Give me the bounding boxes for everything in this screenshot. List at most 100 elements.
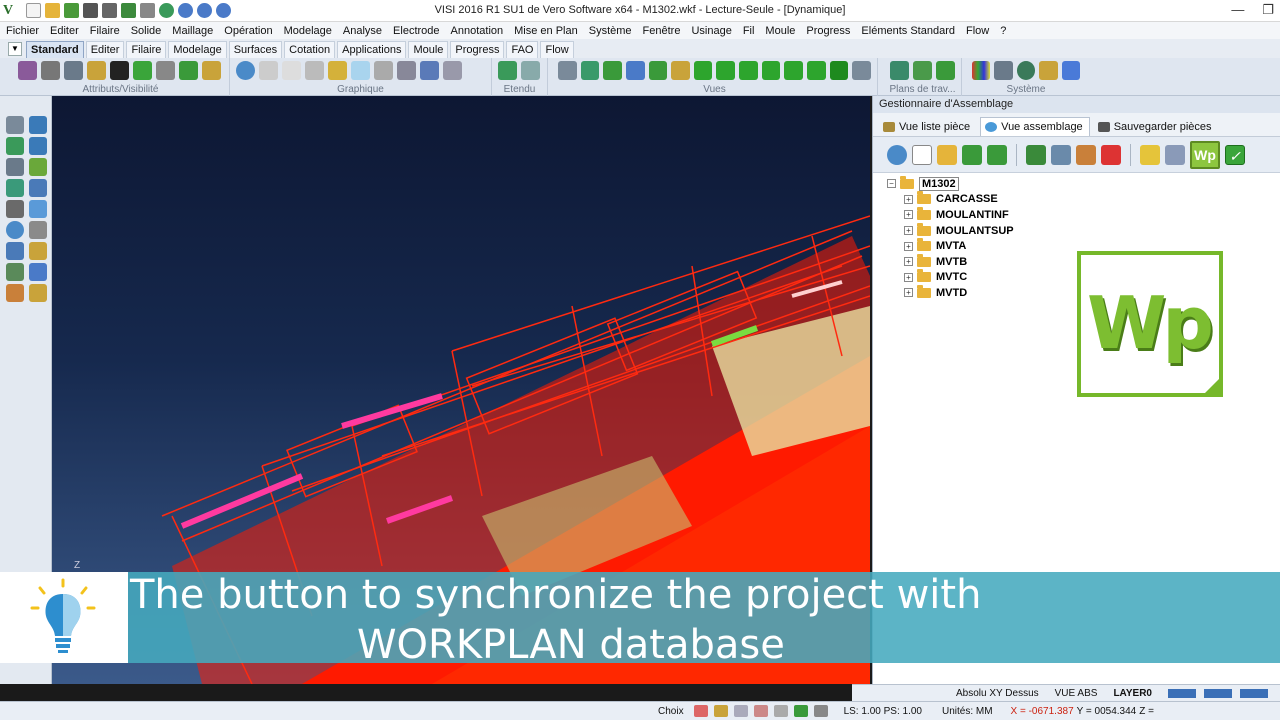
view-iso-icon[interactable] [671, 61, 690, 80]
view-zoom-icon[interactable] [558, 61, 577, 80]
view-frame-icon[interactable] [852, 61, 871, 80]
undo-icon-left[interactable] [29, 263, 47, 281]
move-icon[interactable] [6, 158, 24, 176]
refresh-icon-left[interactable] [6, 221, 24, 239]
menu-analyse[interactable]: Analyse [343, 25, 382, 37]
zoom-area-icon[interactable] [521, 61, 540, 80]
view-cube-solid-icon[interactable] [829, 61, 849, 80]
edit-notes-icon[interactable] [1140, 144, 1160, 165]
copy-part-icon[interactable] [1165, 144, 1185, 165]
settings-globe-icon[interactable] [1016, 61, 1036, 80]
tree-item[interactable]: + CARCASSE [904, 191, 1014, 208]
grid-icon[interactable] [813, 705, 828, 717]
menu-maillage[interactable]: Maillage [172, 25, 213, 37]
tree-item[interactable]: + MVTB [904, 253, 1014, 270]
restore-button[interactable]: ❐ [1262, 2, 1274, 18]
tab-fao[interactable]: FAO [506, 41, 539, 58]
cylinder-gold-icon[interactable] [328, 61, 347, 80]
tab-modelage[interactable]: Modelage [168, 41, 227, 58]
menu-flow[interactable]: Flow [966, 25, 989, 37]
tree-root[interactable]: − M1302 [887, 175, 1014, 192]
trim-icon[interactable] [29, 137, 47, 155]
tree-item[interactable]: + MOULANTSUP [904, 222, 1014, 239]
menu-editer[interactable]: Editer [50, 25, 79, 37]
expand-icon[interactable]: + [904, 288, 913, 298]
mask-icon[interactable] [156, 61, 175, 80]
zoom-icon[interactable] [6, 116, 24, 134]
expand-icon[interactable]: + [904, 241, 913, 251]
menu-modelage[interactable]: Modelage [284, 25, 332, 37]
menu-elements-standard[interactable]: Eléments Standard [861, 25, 955, 37]
tab-applications[interactable]: Applications [337, 41, 407, 58]
tab-flow[interactable]: Flow [540, 41, 574, 58]
tab-progress[interactable]: Progress [450, 41, 505, 58]
layer-icon[interactable] [110, 61, 129, 80]
explode-icon[interactable] [1076, 144, 1096, 165]
gem-icon[interactable] [1061, 61, 1081, 80]
cylinder-shaded-icon[interactable] [305, 61, 324, 80]
surface-icon[interactable] [29, 200, 47, 218]
measure-icon[interactable] [6, 263, 24, 281]
frame-icon[interactable] [6, 137, 24, 155]
export-icon[interactable] [987, 144, 1007, 165]
menu-mise-en-plan[interactable]: Mise en Plan [514, 25, 578, 37]
part-properties-icon[interactable] [1026, 144, 1046, 165]
menu-progress[interactable]: Progress [806, 25, 850, 37]
cube-icon[interactable] [29, 221, 47, 239]
expand-icon[interactable]: + [904, 257, 913, 267]
import-icon[interactable] [962, 144, 982, 165]
cylinder-hidden-icon[interactable] [282, 61, 301, 80]
color-icon[interactable] [133, 61, 152, 80]
menu-fenetre[interactable]: Fenêtre [643, 25, 681, 37]
cylinder-cut-icon[interactable] [443, 61, 462, 80]
workplane-origin-icon[interactable] [936, 61, 955, 80]
menu-electrode[interactable]: Electrode [393, 25, 439, 37]
find-part-icon[interactable] [1051, 144, 1071, 165]
unmask-icon[interactable] [179, 61, 198, 80]
tab-standard[interactable]: Standard [26, 41, 84, 58]
grid-snap-icon[interactable] [713, 705, 728, 717]
cylinder-edges-icon[interactable] [374, 61, 393, 80]
status-view[interactable]: VUE ABS [1047, 688, 1106, 699]
minimize-button[interactable]: — [1231, 2, 1244, 18]
layer-toggle-icon[interactable] [753, 705, 768, 717]
tab-vue-liste-piece[interactable]: Vue liste pièce [879, 118, 976, 136]
tab-surfaces[interactable]: Surfaces [228, 41, 283, 58]
hide-icon[interactable] [64, 61, 83, 80]
menu-filaire[interactable]: Filaire [90, 25, 120, 37]
workplan-sync-button[interactable]: Wp [1190, 140, 1220, 169]
extents-icon[interactable] [498, 61, 517, 80]
ortho-icon[interactable] [733, 705, 748, 717]
open-part-icon[interactable] [937, 144, 957, 165]
refresh-icon[interactable] [236, 61, 255, 80]
tab-moule[interactable]: Moule [408, 41, 449, 58]
palette-icon[interactable] [972, 61, 991, 80]
menu-operation[interactable]: Opération [224, 25, 272, 37]
report-icon[interactable] [29, 284, 47, 302]
dimension-icon[interactable] [29, 242, 47, 260]
collapse-icon[interactable]: − [887, 179, 896, 189]
edit-icon[interactable] [29, 179, 47, 197]
status-block-3[interactable] [1240, 688, 1268, 698]
workplane-axis-icon[interactable] [913, 61, 932, 80]
view-rotate-icon[interactable] [603, 61, 622, 80]
expand-icon[interactable]: + [904, 194, 913, 204]
menu-systeme[interactable]: Système [589, 25, 632, 37]
ribbon-dropdown-button[interactable]: ▼ [8, 42, 22, 56]
view-axis-icon[interactable] [625, 61, 645, 80]
style-icon[interactable] [202, 61, 221, 80]
tab-sauvegarder-pieces[interactable]: Sauvegarder pièces [1094, 118, 1218, 136]
tree-item[interactable]: + MVTD [904, 284, 1014, 301]
calculator-icon[interactable] [994, 61, 1013, 80]
menu-fil[interactable]: Fil [743, 25, 755, 37]
tab-editer[interactable]: Editer [85, 41, 125, 58]
view-cube-front-icon[interactable] [716, 61, 736, 80]
view-cube-bottom-icon[interactable] [807, 61, 826, 80]
cylinder-dark-icon[interactable] [397, 61, 416, 80]
menu-usinage[interactable]: Usinage [691, 25, 731, 37]
validate-button[interactable]: ✓ [1225, 144, 1245, 165]
view-free-icon[interactable] [648, 61, 668, 80]
cylinder-blue-icon[interactable] [420, 61, 439, 80]
view-cube-top-icon[interactable] [693, 61, 713, 80]
rotate-icon[interactable] [6, 179, 24, 197]
